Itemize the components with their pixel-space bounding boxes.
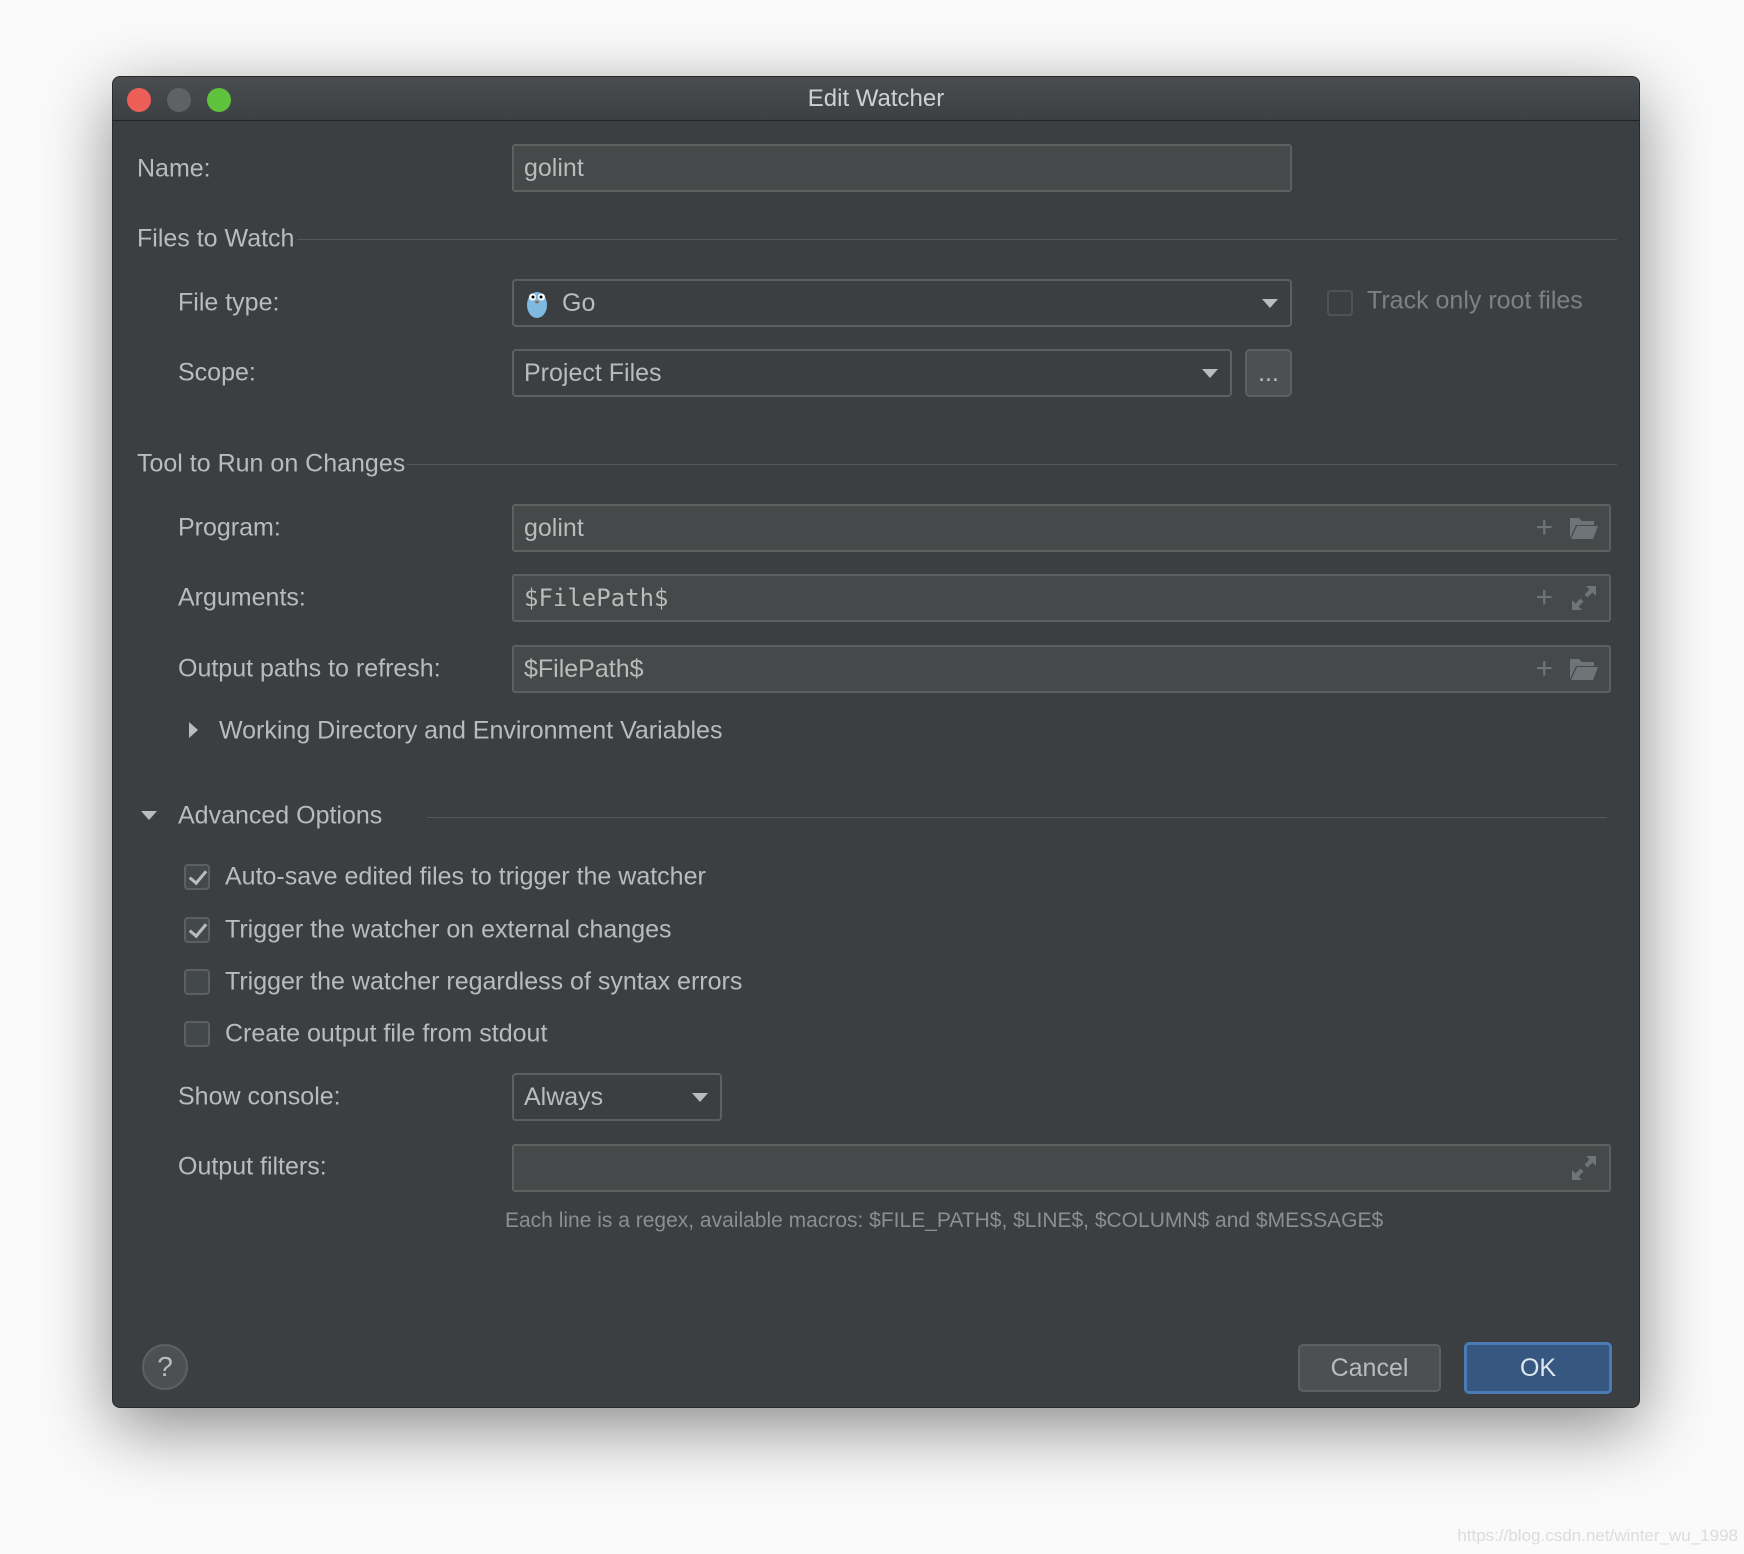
output-filters-hint: Each line is a regex, available macros: … — [505, 1209, 1384, 1232]
file-type-label: File type: — [178, 288, 280, 317]
dialog-title: Edit Watcher — [807, 85, 945, 112]
file-type-value: Go — [562, 288, 596, 317]
chevron-down-icon — [1262, 299, 1278, 308]
output-paths-input[interactable]: $FilePath$ + — [512, 645, 1611, 693]
scope-value: Project Files — [524, 358, 662, 387]
stdout-label: Create output file from stdout — [225, 1019, 548, 1048]
working-dir-toggle[interactable]: Working Directory and Environment Variab… — [219, 717, 722, 746]
ok-button[interactable]: OK — [1464, 1342, 1612, 1394]
name-input[interactable]: golint — [512, 144, 1292, 192]
auto-save-checkbox[interactable] — [184, 864, 210, 890]
arguments-value: $FilePath$ — [524, 584, 669, 612]
track-root-checkbox[interactable] — [1327, 290, 1353, 316]
insert-macro-icon[interactable]: + — [1535, 654, 1553, 684]
track-root-label: Track only root files — [1367, 286, 1583, 315]
output-filters-input[interactable] — [512, 1144, 1611, 1192]
stdout-checkbox[interactable] — [184, 1021, 210, 1047]
chevron-down-icon — [692, 1093, 708, 1102]
chevron-down-icon[interactable] — [141, 811, 157, 820]
title-bar: Edit Watcher — [113, 77, 1639, 121]
syntax-errors-checkbox[interactable] — [184, 969, 210, 995]
cancel-label: Cancel — [1330, 1353, 1409, 1382]
scope-label: Scope: — [178, 358, 256, 387]
folder-open-icon[interactable] — [1569, 657, 1599, 681]
cancel-button[interactable]: Cancel — [1298, 1344, 1441, 1392]
close-window-button[interactable] — [127, 88, 151, 112]
program-input[interactable]: golint + — [512, 504, 1611, 552]
ellipsis-icon: ... — [1258, 358, 1279, 387]
zoom-window-button[interactable] — [207, 88, 231, 112]
file-type-combo[interactable]: Go — [512, 279, 1292, 327]
auto-save-label: Auto-save edited files to trigger the wa… — [225, 862, 706, 891]
external-changes-checkbox[interactable] — [184, 917, 210, 943]
show-console-combo[interactable]: Always — [512, 1073, 722, 1121]
scope-combo[interactable]: Project Files — [512, 349, 1232, 397]
arguments-label: Arguments: — [178, 583, 306, 612]
section-divider — [297, 239, 1617, 240]
name-value: golint — [524, 153, 584, 182]
watermark: https://blog.csdn.net/winter_wu_1998 — [1457, 1526, 1738, 1545]
expand-icon[interactable] — [1571, 1155, 1597, 1181]
files-to-watch-heading: Files to Watch — [137, 224, 295, 253]
program-value: golint — [524, 513, 584, 542]
show-console-label: Show console: — [178, 1082, 341, 1111]
external-changes-label: Trigger the watcher on external changes — [225, 915, 672, 944]
question-icon: ? — [157, 1351, 173, 1382]
scope-more-button[interactable]: ... — [1245, 349, 1292, 397]
chevron-down-icon — [1202, 369, 1218, 378]
show-console-value: Always — [524, 1082, 604, 1111]
syntax-errors-label: Trigger the watcher regardless of syntax… — [225, 967, 743, 996]
section-divider — [407, 464, 1617, 465]
insert-macro-icon[interactable]: + — [1535, 583, 1553, 613]
minimize-window-button[interactable] — [167, 88, 191, 112]
insert-macro-icon[interactable]: + — [1535, 513, 1553, 543]
tool-heading: Tool to Run on Changes — [137, 449, 406, 478]
ok-label: OK — [1519, 1353, 1557, 1382]
edit-watcher-dialog: Edit Watcher Name: golint Files to Watch… — [112, 76, 1640, 1408]
program-label: Program: — [178, 513, 281, 542]
output-paths-label: Output paths to refresh: — [178, 654, 441, 683]
arguments-input[interactable]: $FilePath$ + — [512, 574, 1611, 622]
go-gopher-icon — [527, 292, 547, 318]
section-divider — [427, 817, 1607, 818]
help-button[interactable]: ? — [142, 1344, 188, 1390]
folder-open-icon[interactable] — [1569, 516, 1599, 540]
output-filters-label: Output filters: — [178, 1152, 327, 1181]
advanced-options-toggle[interactable]: Advanced Options — [178, 802, 382, 831]
expand-icon[interactable] — [1571, 585, 1597, 611]
chevron-right-icon[interactable] — [189, 722, 198, 738]
output-paths-value: $FilePath$ — [524, 654, 644, 683]
name-label: Name: — [137, 154, 211, 183]
